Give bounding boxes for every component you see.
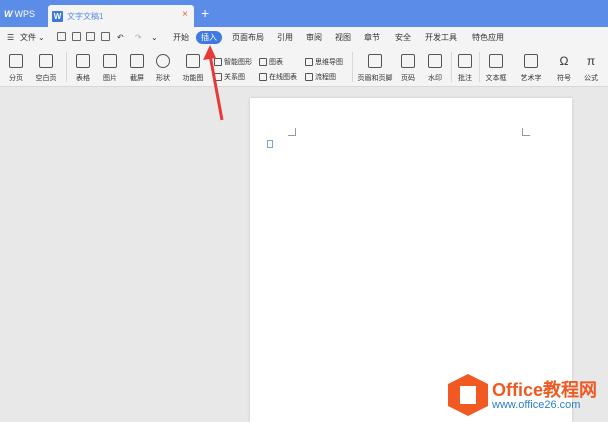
customize-icon[interactable]: ⌄ bbox=[151, 31, 158, 44]
flowchart-icon bbox=[305, 73, 313, 81]
tab-view[interactable]: 视图 bbox=[335, 31, 351, 44]
redo-icon[interactable]: ↷ bbox=[135, 31, 142, 44]
save-icon[interactable] bbox=[57, 32, 66, 41]
tab-page-layout[interactable]: 页面布局 bbox=[232, 31, 264, 44]
format-painter-icon[interactable] bbox=[72, 32, 81, 41]
document-tab-name: 文字文稿1 bbox=[67, 11, 104, 21]
office-logo-icon bbox=[448, 374, 488, 416]
wps-logo-icon: W bbox=[4, 9, 13, 19]
title-bar: W WPS W 文字文稿1 × + bbox=[0, 0, 608, 27]
blank-page-button[interactable]: 空白页 bbox=[33, 54, 59, 83]
omega-icon: Ω bbox=[559, 54, 569, 68]
watermark-button[interactable]: 水印 bbox=[424, 54, 446, 83]
close-tab-button[interactable]: × bbox=[182, 9, 188, 20]
document-tab[interactable]: W 文字文稿1 × bbox=[48, 5, 194, 27]
shape-button[interactable]: 形状 bbox=[152, 54, 174, 83]
function-chart-button[interactable]: 功能图 bbox=[180, 54, 206, 83]
new-tab-button[interactable]: + bbox=[201, 6, 209, 20]
page-number-icon bbox=[401, 54, 415, 68]
shape-icon bbox=[156, 54, 170, 68]
tab-insert[interactable]: 插入 bbox=[196, 31, 222, 44]
watermark-url: www.office26.com bbox=[492, 399, 581, 411]
comment-icon bbox=[458, 54, 472, 68]
header-footer-icon bbox=[368, 54, 382, 68]
tab-security[interactable]: 安全 bbox=[395, 31, 411, 44]
page-break-icon bbox=[9, 54, 23, 68]
picture-button[interactable]: 图片 bbox=[99, 54, 121, 83]
chart-icon bbox=[259, 58, 267, 66]
page-number-button[interactable]: 页码 bbox=[397, 54, 419, 83]
print-icon[interactable] bbox=[86, 32, 95, 41]
screenshot-button[interactable]: 截屏 bbox=[126, 54, 148, 83]
mind-map-button[interactable]: 思维导图 bbox=[305, 57, 343, 67]
divider bbox=[66, 52, 67, 82]
online-chart-button[interactable]: 在线图表 bbox=[259, 72, 297, 82]
flowchart-button[interactable]: 流程图 bbox=[305, 72, 336, 82]
chevron-down-icon[interactable]: ⌄ bbox=[38, 31, 45, 44]
tab-review[interactable]: 审阅 bbox=[306, 31, 322, 44]
print-preview-icon[interactable] bbox=[101, 32, 110, 41]
tab-special[interactable]: 特色应用 bbox=[472, 31, 504, 44]
file-menu[interactable]: 文件 bbox=[20, 31, 36, 44]
watermark-icon bbox=[428, 54, 442, 68]
crop-mark-top-left bbox=[288, 128, 296, 136]
divider bbox=[479, 52, 480, 82]
tab-sections[interactable]: 章节 bbox=[364, 31, 380, 44]
pi-icon: π bbox=[586, 54, 596, 68]
comment-button[interactable]: 批注 bbox=[455, 54, 475, 83]
online-chart-icon bbox=[259, 73, 267, 81]
mind-map-icon bbox=[305, 58, 313, 66]
tab-developer[interactable]: 开发工具 bbox=[425, 31, 457, 44]
paragraph-marker-icon[interactable] bbox=[267, 140, 273, 148]
header-footer-button[interactable]: 页眉和页脚 bbox=[356, 54, 394, 83]
smart-art-button[interactable]: 智能图形 bbox=[214, 57, 252, 67]
text-box-icon bbox=[489, 54, 503, 68]
symbol-button[interactable]: Ω 符号 bbox=[553, 54, 575, 83]
word-art-button[interactable]: 艺术字 bbox=[517, 54, 545, 83]
crop-mark-top-right bbox=[522, 128, 530, 136]
relation-chart-icon bbox=[214, 73, 222, 81]
screenshot-icon bbox=[130, 54, 144, 68]
blank-page-icon bbox=[39, 54, 53, 68]
hamburger-icon[interactable]: ☰ bbox=[7, 31, 14, 44]
ribbon: 分页 空白页 表格 图片 截屏 形状 功能图 智能图形 关系图 图表 在线图表 … bbox=[0, 48, 608, 87]
chart-button[interactable]: 图表 bbox=[259, 57, 283, 67]
relation-chart-button[interactable]: 关系图 bbox=[214, 72, 245, 82]
formula-button[interactable]: π 公式 bbox=[580, 54, 602, 83]
menu-bar: ☰ 文件 ⌄ ↶ ↷ ⌄ 开始 插入 页面布局 引用 审阅 视图 章节 安全 开… bbox=[0, 27, 608, 49]
page-break-button[interactable]: 分页 bbox=[5, 54, 27, 83]
undo-icon[interactable]: ↶ bbox=[117, 31, 124, 44]
wps-label: WPS bbox=[14, 9, 36, 19]
smart-art-icon bbox=[214, 58, 222, 66]
writer-doc-icon: W bbox=[52, 10, 63, 22]
site-watermark: Office教程网 www.office26.com bbox=[444, 368, 608, 422]
divider bbox=[352, 52, 353, 82]
tab-references[interactable]: 引用 bbox=[277, 31, 293, 44]
wps-home-tab[interactable]: W WPS bbox=[4, 6, 35, 22]
table-button[interactable]: 表格 bbox=[72, 54, 94, 83]
function-chart-icon bbox=[186, 54, 200, 68]
table-icon bbox=[76, 54, 90, 68]
divider bbox=[451, 52, 452, 82]
text-box-button[interactable]: 文本框 bbox=[483, 54, 509, 83]
picture-icon bbox=[103, 54, 117, 68]
word-art-icon bbox=[524, 54, 538, 68]
tab-home[interactable]: 开始 bbox=[173, 31, 189, 44]
